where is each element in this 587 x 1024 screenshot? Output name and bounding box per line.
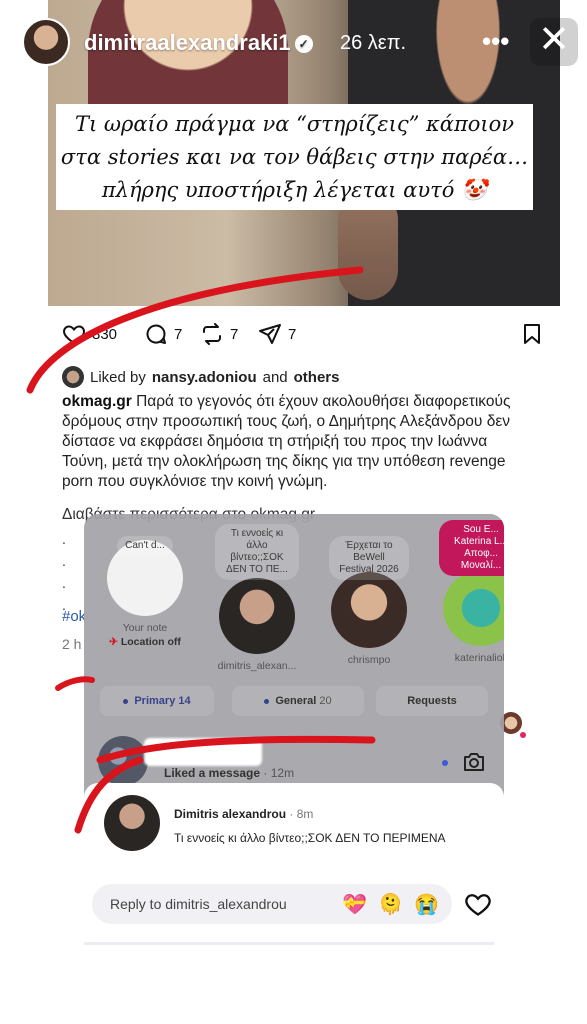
note-dimitris[interactable]: Τι εννοείς κι άλλο βίντεο;;ΣΟΚ ΔΕΝ ΤΟ ΠΕ… [202, 514, 312, 672]
redacted-name [144, 738, 262, 766]
note-katerina[interactable]: Sou E... Katerina L... Αποφ... Μοναλί...… [426, 514, 504, 664]
notification-sender: Dimitris alexandrou · 8m [174, 807, 314, 821]
tab-requests[interactable]: Requests [376, 686, 488, 716]
inbox-thread[interactable]: Liked a message · 12m [96, 732, 496, 786]
dm-inbox-overlay: Can't d... Your note ✈ Location off Τι ε… [84, 514, 504, 814]
comment-action[interactable]: 7 [144, 322, 182, 346]
camera-icon[interactable] [462, 750, 486, 774]
notification-message: Τι εννοείς κι άλλο βίντεο;;ΣΟΚ ΔΕΝ ΤΟ ΠΕ… [174, 831, 446, 845]
caption-dots: . . . . [62, 531, 66, 613]
liked-by-user[interactable]: nansy.adoniou [152, 369, 257, 386]
reply-placeholder: Reply to dimitris_alexandrou [110, 896, 287, 912]
liked-by-avatar [62, 366, 84, 388]
reply-input[interactable]: Reply to dimitris_alexandrou 💝 🫠 😭 [92, 884, 452, 924]
repost-action[interactable]: 7 [200, 322, 238, 346]
send-icon [259, 324, 281, 344]
story-username[interactable]: dimitraalexandraki1 ✓ [84, 30, 313, 56]
note-own[interactable]: Can't d... Your note ✈ Location off [90, 514, 200, 648]
dm-notification[interactable]: Dimitris alexandrou · 8m Τι εννοείς κι ά… [84, 783, 504, 865]
inbox-tabs: Primary 14 General 20 Requests [100, 686, 500, 716]
comment-icon [146, 324, 166, 344]
dimitris-note-avatar[interactable] [219, 578, 295, 654]
quote-line-1: Τι ωραίο πράγμα να “στηρίζεις” κάποιον [74, 112, 515, 136]
unread-dot [442, 760, 448, 766]
hashtag-link[interactable]: #ok [62, 608, 86, 625]
note-chrismpo[interactable]: Έρχεται το BeWell Festival 2026 chrismpo [314, 514, 424, 666]
tab-general[interactable]: General 20 [232, 686, 364, 716]
reaction-emoji-heart[interactable]: 💝 [342, 892, 367, 917]
tab-primary[interactable]: Primary 14 [100, 686, 214, 716]
heart-icon[interactable] [464, 890, 492, 918]
thread-preview: Liked a message · 12m [164, 766, 295, 780]
reaction-emoji-crying[interactable]: 😭 [414, 892, 439, 917]
share-action[interactable]: 7 [258, 322, 296, 346]
quote-line-2: στα stories και να τον θάβεις στην παρέα… [60, 145, 529, 169]
notification-avatar [104, 795, 160, 851]
story-avatar[interactable] [22, 18, 70, 66]
chrismpo-note-avatar[interactable] [331, 572, 407, 648]
shares-count: 7 [288, 325, 297, 343]
like-action[interactable]: 830 [62, 322, 117, 346]
post-caption: okmag.gr Παρά το γεγονός ότι έχουν ακολο… [62, 392, 532, 492]
repost-icon [203, 323, 221, 345]
notification-dot [520, 732, 526, 738]
story-header: dimitraalexandraki1 ✓ 26 λεπ. ••• ✕ [0, 14, 587, 74]
more-options-icon[interactable]: ••• [482, 26, 509, 57]
bookmark-icon [524, 324, 540, 344]
location-off: ✈ Location off [109, 636, 181, 648]
caption-username[interactable]: okmag.gr [62, 393, 132, 410]
verified-badge-icon: ✓ [294, 35, 313, 54]
katerina-note-avatar[interactable] [443, 570, 504, 646]
quote-line-3: πλήρης υποστήριξη λέγεται αυτό 🤡 [101, 178, 488, 202]
story-time: 26 λεπ. [340, 32, 407, 54]
thread-avatar [98, 736, 148, 786]
reaction-emoji-melting[interactable]: 🫠 [378, 892, 403, 917]
liked-by: Liked by nansy.adoniou and others [62, 366, 339, 388]
story-text-overlay: Τι ωραίο πράγμα να “στηρίζεις” κάποιον σ… [56, 104, 533, 210]
reposts-count: 7 [230, 325, 239, 343]
likes-count: 830 [92, 325, 118, 343]
post-time: 2 h [62, 636, 82, 652]
bottom-divider [84, 942, 494, 945]
comments-count: 7 [174, 325, 183, 343]
heart-icon [63, 325, 85, 345]
post-actions: 830 7 7 7 [62, 322, 552, 348]
liked-by-others[interactable]: others [294, 369, 340, 386]
save-action[interactable] [520, 322, 544, 346]
close-icon[interactable]: ✕ [530, 18, 578, 66]
